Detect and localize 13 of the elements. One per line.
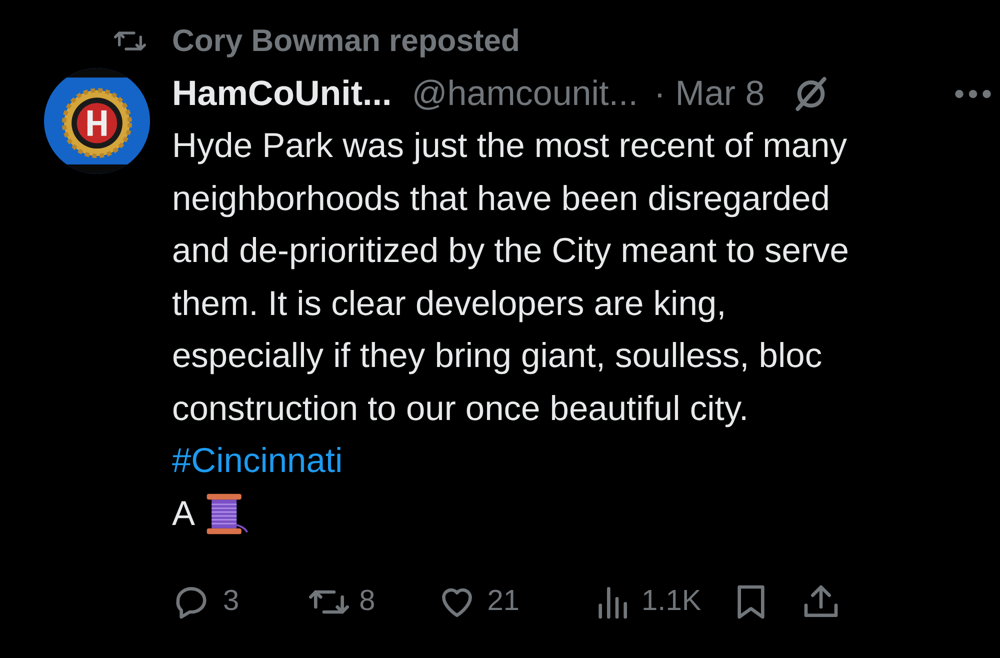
reply-button[interactable]: 3 xyxy=(173,580,240,624)
views-button[interactable]: 1.1K xyxy=(592,580,702,624)
post-text-line: A xyxy=(172,494,196,534)
like-button[interactable]: 21 xyxy=(437,580,520,624)
more-icon xyxy=(954,89,992,99)
hashtag-link[interactable]: #Cincinnati xyxy=(172,435,343,488)
more-button[interactable] xyxy=(954,89,992,99)
repost-label: Cory Bowman reposted xyxy=(172,22,520,60)
post-date[interactable]: · Mar 8 xyxy=(654,68,765,120)
display-name[interactable]: HamCoUnit... xyxy=(172,68,392,120)
post-text: Hyde Park was just the most recent of many neighborhoods that have been disregarded and de-prioritized by the City meant to serve them. It is clear developers are king, especially if they bring giant, soulless, bloc construction to our once beautiful city. xyxy=(172,126,850,430)
user-handle[interactable]: @hamcounit... xyxy=(412,68,638,120)
repost-button[interactable]: 8 xyxy=(309,580,376,624)
